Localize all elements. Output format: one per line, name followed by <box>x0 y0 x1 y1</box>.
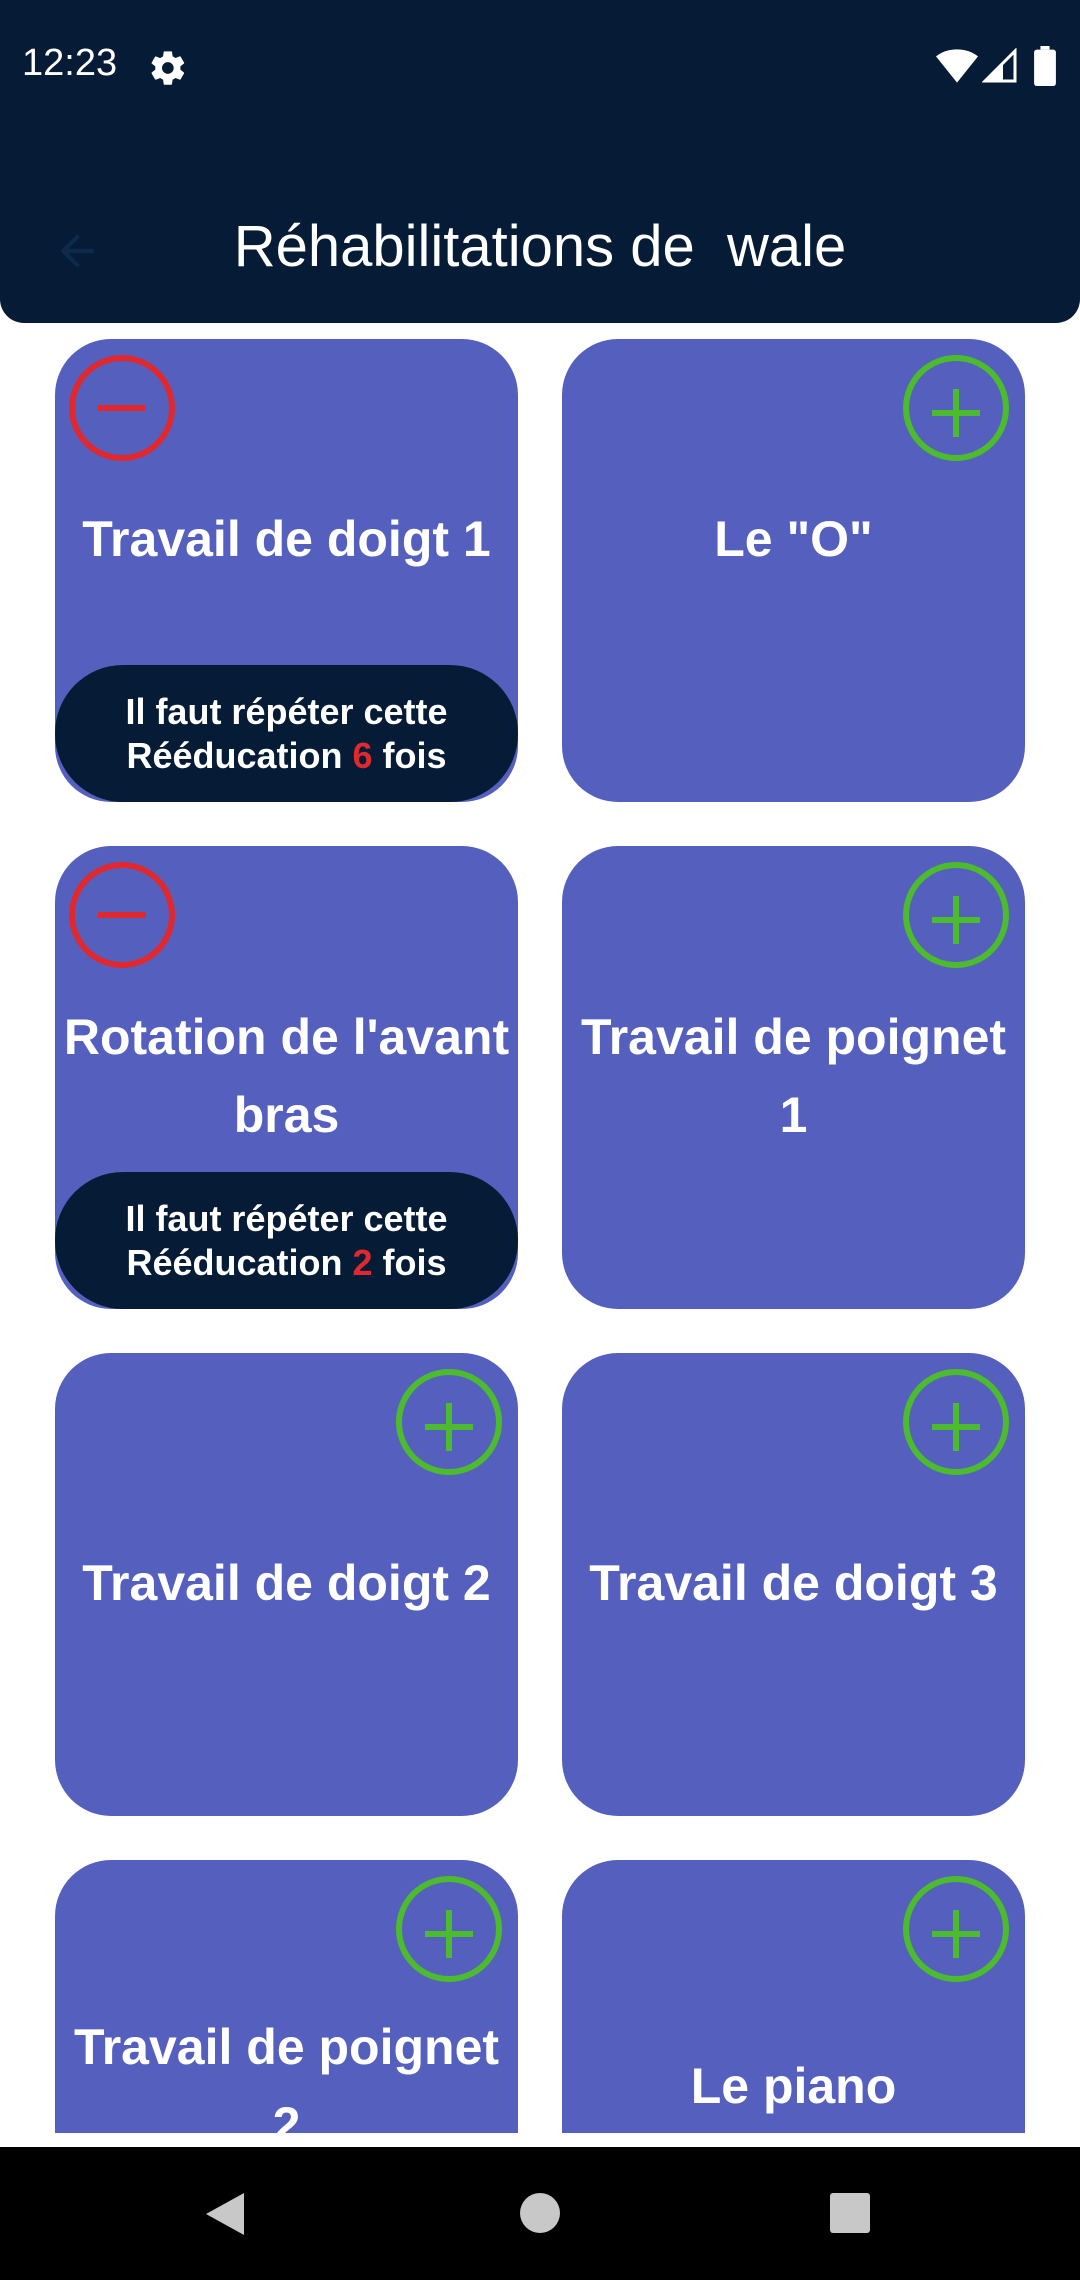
nav-home-icon[interactable] <box>518 2191 562 2235</box>
rehab-card[interactable]: Travail de doigt 3 <box>562 1353 1025 1816</box>
add-circle-icon[interactable] <box>394 1367 504 1477</box>
rehab-card[interactable]: Travail de doigt 2 <box>55 1353 518 1816</box>
wifi-icon <box>936 49 978 83</box>
navigation-bar <box>0 2147 1080 2280</box>
rehab-card-title: Travail de doigt 3 <box>589 1555 998 1611</box>
app-bar: Réhabilitations de wale <box>0 130 1080 323</box>
repeat-badge: Il faut répéter cette Rééducation 2 fois <box>55 1172 518 1309</box>
add-circle-icon[interactable] <box>901 1874 1011 1984</box>
rehab-card-title: Travail de doigt 1 <box>82 511 491 567</box>
rehab-card[interactable]: Rotation de l'avant bras Il faut répéter… <box>55 846 518 1309</box>
gear-icon <box>151 51 185 85</box>
add-circle-icon[interactable] <box>394 1874 504 1984</box>
repeat-text: Il faut répéter cette <box>125 690 448 732</box>
rehab-card[interactable]: Travail de doigt 1 Il faut répéter cette… <box>55 339 518 802</box>
rehab-card[interactable]: Le piano <box>562 1860 1025 2133</box>
add-circle-icon[interactable] <box>901 860 1011 970</box>
add-circle-icon[interactable] <box>901 1367 1011 1477</box>
remove-circle-icon[interactable] <box>67 860 177 970</box>
repeat-count: 6 <box>352 734 373 776</box>
rehab-card-title: Le "O" <box>714 511 873 567</box>
signal-icon <box>982 48 1017 83</box>
rehab-card-title: Rotation de l'avant bras <box>63 1009 510 1143</box>
nav-back-icon[interactable] <box>202 2189 248 2239</box>
nav-recents-icon[interactable] <box>829 2192 871 2234</box>
rehab-grid: Travail de doigt 1 Il faut répéter cette… <box>55 339 1025 2133</box>
status-bar: 12:23 <box>0 0 1080 130</box>
rehab-list[interactable]: Travail de doigt 1 Il faut répéter cette… <box>0 323 1080 2133</box>
rehab-card-title: Travail de poignet 1 <box>580 1009 1007 1143</box>
repeat-count: 2 <box>352 1241 373 1283</box>
status-time: 12:23 <box>22 42 118 84</box>
repeat-count-line: Rééducation 6 fois <box>126 734 446 778</box>
rehab-card-title: Travail de poignet 2 <box>73 2019 500 2133</box>
page-title: Réhabilitations de wale <box>233 214 847 279</box>
repeat-badge: Il faut répéter cette Rééducation 6 fois <box>55 665 518 802</box>
repeat-prefix: Rééducation <box>126 734 353 776</box>
rehab-card[interactable]: Travail de poignet 1 <box>562 846 1025 1309</box>
repeat-suffix: fois <box>372 734 447 776</box>
repeat-text: Il faut répéter cette <box>125 1197 448 1239</box>
repeat-count-line: Rééducation 2 fois <box>126 1241 446 1285</box>
rehab-card-title: Le piano <box>690 2058 897 2114</box>
rehab-card[interactable]: Travail de poignet 2 <box>55 1860 518 2133</box>
battery-icon <box>1034 46 1056 86</box>
rehab-card[interactable]: Le "O" <box>562 339 1025 802</box>
repeat-suffix: fois <box>372 1241 447 1283</box>
rehab-card-title: Travail de doigt 2 <box>82 1555 491 1611</box>
repeat-prefix: Rééducation <box>126 1241 353 1283</box>
